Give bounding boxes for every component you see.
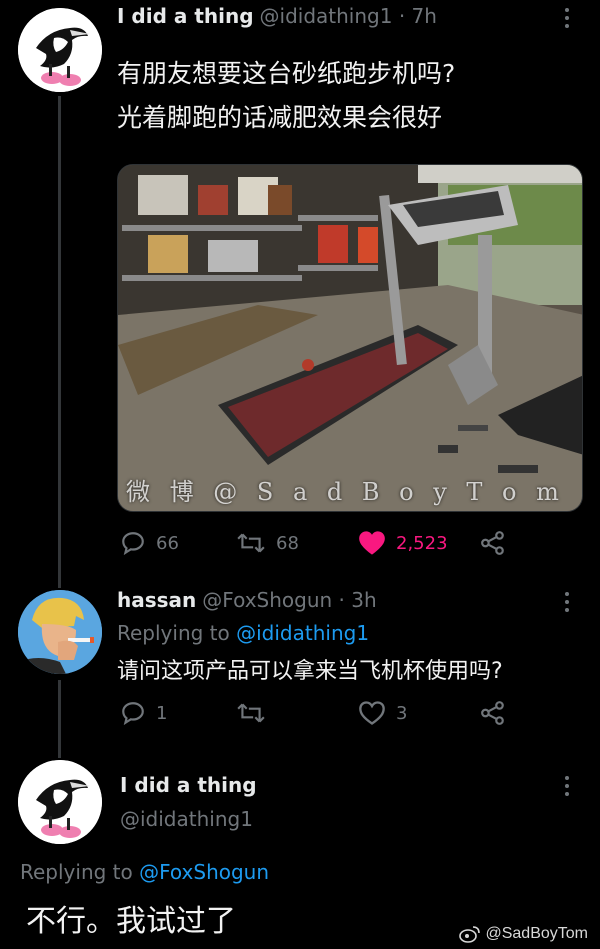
weibo-handle: @SadBoyTom (485, 925, 588, 942)
display-name[interactable]: I did a thing (120, 773, 257, 797)
reply-count: 1 (156, 702, 168, 724)
replying-to: Replying to @FoxShogun (20, 860, 269, 884)
share-icon (481, 531, 504, 555)
reply-count: 66 (156, 532, 179, 554)
handle[interactable]: @ididathing1 (120, 807, 253, 831)
share-button[interactable] (480, 530, 506, 556)
retweet-button[interactable] (236, 700, 266, 726)
tweet-header: I did a thing @ididathing1 · 7h (117, 4, 437, 28)
handle-time[interactable]: @FoxShogun · 3h (202, 588, 376, 612)
avatar[interactable] (18, 760, 102, 844)
avatar[interactable] (18, 8, 102, 92)
like-count: 3 (396, 702, 408, 724)
mention-link[interactable]: @ididathing1 (236, 621, 369, 645)
tweet-text-line: 光着脚跑的话减肥效果会很好 (117, 103, 443, 133)
reply-icon (122, 532, 144, 556)
retweet-icon (237, 703, 265, 723)
like-button[interactable]: 3 (358, 700, 407, 726)
tweet-text: 请问这项产品可以拿来当飞机杯使用吗? (117, 659, 503, 684)
share-button[interactable] (480, 700, 506, 726)
like-count: 2,523 (396, 532, 448, 554)
thread-line (58, 96, 61, 588)
retweet-button[interactable]: 68 (236, 530, 299, 556)
watermark: 微 博 @ S a d B o y T o m (126, 478, 565, 506)
replying-prefix: Replying to (20, 860, 140, 884)
tweet-text-line: 有朋友想要这台砂纸跑步机吗? (117, 59, 456, 88)
weibo-icon (459, 926, 481, 943)
tweet-photo[interactable]: 微 博 @ S a d B o y T o m (117, 164, 583, 512)
heart-outline-icon (359, 701, 385, 725)
tweet-text: 有朋友想要这台砂纸跑步机吗? 光着脚跑的话减肥效果会很好 (117, 56, 455, 137)
retweet-count: 68 (276, 532, 299, 554)
reply-button[interactable]: 1 (120, 700, 167, 726)
handle-time[interactable]: @ididathing1 · 7h (260, 4, 437, 28)
like-button[interactable]: 2,523 (358, 530, 448, 556)
heart-filled-icon (359, 531, 385, 555)
replying-to: Replying to @ididathing1 (117, 621, 369, 645)
display-name[interactable]: hassan (117, 588, 196, 612)
tweet-header: hassan @FoxShogun · 3h (117, 588, 377, 612)
tweet-text: 不行。我试过了 (26, 904, 236, 939)
weibo-watermark: @SadBoyTom (459, 925, 588, 943)
replying-prefix: Replying to (117, 621, 237, 645)
more-icon[interactable] (560, 6, 574, 33)
reply-button[interactable]: 66 (120, 530, 179, 556)
display-name[interactable]: I did a thing (117, 4, 254, 28)
share-icon (481, 701, 504, 725)
thread-line (58, 680, 61, 758)
mention-link[interactable]: @FoxShogun (139, 860, 269, 884)
more-icon[interactable] (560, 774, 574, 801)
more-icon[interactable] (560, 590, 574, 617)
retweet-icon (237, 533, 265, 553)
avatar[interactable] (18, 590, 102, 674)
reply-icon (122, 702, 144, 726)
